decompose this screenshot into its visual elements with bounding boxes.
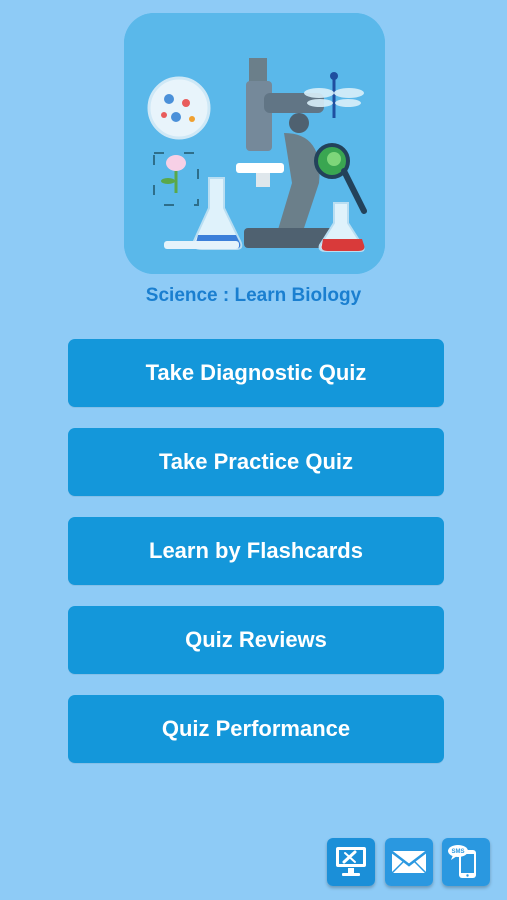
sms-label: SMS	[451, 849, 464, 855]
mail-icon[interactable]	[385, 838, 433, 886]
take-practice-quiz-button[interactable]: Take Practice Quiz	[68, 428, 444, 496]
take-diagnostic-quiz-button[interactable]: Take Diagnostic Quiz	[68, 339, 444, 407]
main-menu: Take Diagnostic Quiz Take Practice Quiz …	[68, 339, 444, 784]
desktop-tools-icon[interactable]	[327, 838, 375, 886]
sms-icon[interactable]: SMS	[442, 838, 490, 886]
learn-by-flashcards-button[interactable]: Learn by Flashcards	[68, 517, 444, 585]
quiz-performance-button[interactable]: Quiz Performance	[68, 695, 444, 763]
quiz-reviews-button[interactable]: Quiz Reviews	[68, 606, 444, 674]
app-logo-icon	[124, 13, 385, 274]
app-title: Science : Learn Biology	[145, 285, 362, 306]
